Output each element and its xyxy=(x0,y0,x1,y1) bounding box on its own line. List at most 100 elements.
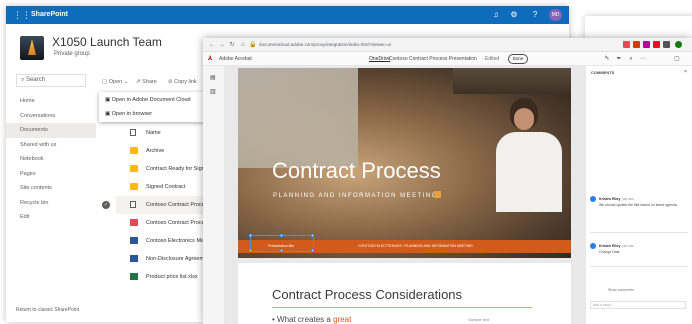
resize-handle[interactable] xyxy=(280,249,283,252)
slide-bullet[interactable]: • What creates a great xyxy=(272,315,351,324)
extension-icon[interactable] xyxy=(623,41,630,48)
divider xyxy=(590,266,688,267)
checkmark-icon[interactable]: ✓ xyxy=(102,201,110,209)
nav-item-conversations[interactable]: Conversations xyxy=(6,109,96,124)
document-title: Contoso Contract Process Presentation xyxy=(389,56,477,62)
list-item[interactable]: Signed Contract xyxy=(116,178,216,196)
sharepoint-topbar: ⋮⋮ SharePoint ♫ ⚙ ? MD xyxy=(6,6,569,24)
list-header: Name xyxy=(116,124,216,142)
bookmark-icon[interactable]: ▥ xyxy=(210,88,218,96)
slide-heading[interactable]: Contract Process Considerations xyxy=(272,287,462,303)
extension-icon[interactable] xyxy=(663,41,670,48)
done-button[interactable]: Done xyxy=(508,54,528,64)
folder-icon xyxy=(130,183,138,190)
folder-icon xyxy=(130,165,138,172)
more-icon[interactable]: ⋯ xyxy=(639,54,647,64)
file-name[interactable]: Archive xyxy=(146,142,164,160)
open-menu: ▣ Open in Adobe Document Cloud ▣ Open in… xyxy=(99,92,207,122)
comment-body: We should update the title based on late… xyxy=(599,203,678,207)
file-name[interactable]: Product price list.xlsx xyxy=(146,268,198,286)
nav-item-edit[interactable]: Edit xyxy=(6,210,96,225)
nav-item-pages[interactable]: Pages xyxy=(6,167,96,182)
reload-icon[interactable]: ↻ xyxy=(228,40,236,50)
nav-item-shared[interactable]: Shared with us xyxy=(6,138,96,153)
list-item[interactable]: Contoso Contract Process xyxy=(116,214,216,232)
slide-small-text: Sample text xyxy=(468,317,490,322)
file-name[interactable]: Contoso Contract Process xyxy=(146,196,210,214)
search-placeholder: Search xyxy=(26,77,46,83)
zoom-icon[interactable]: ⌕ xyxy=(627,54,635,64)
edited-status: Edited xyxy=(485,56,500,62)
avatar xyxy=(590,243,596,249)
comment-icon[interactable]: ▢ xyxy=(673,54,681,64)
slide-considerations[interactable]: Contract Process Considerations • What c… xyxy=(238,263,571,324)
slide-title[interactable]: Contract Process PLANNING AND INFORMATIO… xyxy=(238,68,571,258)
notifications-icon[interactable]: ♫ xyxy=(490,9,502,21)
slide-subheading[interactable]: PLANNING AND INFORMATION MEETING xyxy=(273,192,438,200)
resize-handle[interactable] xyxy=(280,234,283,237)
site-nav: Home Conversations Documents Shared with… xyxy=(6,94,96,225)
app-name: Adobe Acrobat xyxy=(219,56,252,62)
resize-handle[interactable] xyxy=(311,234,314,237)
open-in-adobe-item[interactable]: ▣ Open in Adobe Document Cloud xyxy=(105,94,191,106)
home-icon[interactable]: ⌂ xyxy=(239,40,247,50)
search-input[interactable]: ⌕ Search xyxy=(16,74,86,87)
slide-photo-person xyxy=(488,98,568,212)
file-name[interactable]: Signed Contract xyxy=(146,178,185,196)
command-bar: ▢ Open ⌄ ⇗ Share ⊘ Copy link xyxy=(96,76,216,88)
extension-icon[interactable] xyxy=(643,41,650,48)
nav-item-notebook[interactable]: Notebook xyxy=(6,152,96,167)
copy-link-button[interactable]: ⊘ Copy link xyxy=(168,76,197,88)
resize-handle[interactable] xyxy=(249,234,252,237)
edit-icon[interactable]: ✎ xyxy=(603,54,611,64)
comment-time: just now xyxy=(622,197,634,201)
acrobat-window: ← → ↻ ⌂ 🔒 documentcloud.adobe.com/proxy/… xyxy=(203,38,692,324)
sharepoint-brand[interactable]: SharePoint xyxy=(31,9,68,21)
onedrive-link[interactable]: OneDrive xyxy=(369,55,390,63)
extension-icon[interactable] xyxy=(633,41,640,48)
list-item[interactable]: Contoso Electronics Marketing xyxy=(116,232,221,250)
show-comments-link[interactable]: Show comments xyxy=(608,288,634,293)
share-button[interactable]: ⇗ Share xyxy=(136,76,157,88)
list-item[interactable]: Contract Ready for Signing xyxy=(116,160,216,178)
selection-box[interactable] xyxy=(249,234,314,252)
footer-right-text: CONTOSO ELECTRONICS • PLANNING AND INFOR… xyxy=(358,244,473,248)
list-item[interactable]: Product price list.xlsx xyxy=(116,268,216,286)
site-title[interactable]: X1050 Launch Team xyxy=(52,35,162,49)
column-header-name[interactable]: Name xyxy=(146,124,161,142)
back-icon[interactable]: ← xyxy=(208,40,216,50)
forward-icon[interactable]: → xyxy=(218,40,226,50)
avatar[interactable]: MD xyxy=(549,9,562,21)
file-type-icon xyxy=(130,129,136,136)
adobe-icon: ▣ xyxy=(105,97,112,103)
address-bar[interactable]: documentcloud.adobe.com/proxy/integratio… xyxy=(259,40,439,50)
open-button[interactable]: ▢ Open ⌄ xyxy=(102,76,128,88)
nav-item-documents[interactable]: Documents xyxy=(6,123,96,138)
file-name[interactable]: Non-Disclosure Agreement xyxy=(146,250,212,268)
list-item[interactable]: Non-Disclosure Agreement xyxy=(116,250,216,268)
comments-header: COMMENTS xyxy=(591,70,615,75)
open-in-browser-item[interactable]: ▣ Open in browser xyxy=(105,108,152,120)
help-icon[interactable]: ? xyxy=(529,9,541,21)
nav-item-recycle-bin[interactable]: Recycle bin xyxy=(6,196,96,211)
close-icon[interactable]: × xyxy=(684,69,687,75)
slide-heading[interactable]: Contract Process xyxy=(272,158,441,184)
settings-icon[interactable]: ⚙ xyxy=(508,9,520,21)
nav-item-site-contents[interactable]: Site contents xyxy=(6,181,96,196)
sign-icon[interactable]: ✒ xyxy=(615,54,623,64)
sticky-note-icon[interactable] xyxy=(434,191,441,198)
folder-icon xyxy=(130,147,138,154)
app-launcher-icon[interactable]: ⋮⋮ xyxy=(13,10,31,20)
return-classic-link[interactable]: Return to classic SharePoint xyxy=(16,307,79,313)
reply-input[interactable]: Add a reply... xyxy=(590,301,686,309)
resize-handle[interactable] xyxy=(249,249,252,252)
file-name[interactable]: Contoso Contract Process xyxy=(146,214,210,232)
list-item[interactable]: Archive xyxy=(116,142,216,160)
extension-icon[interactable] xyxy=(653,41,660,48)
profile-icon[interactable] xyxy=(675,41,682,48)
nav-item-home[interactable]: Home xyxy=(6,94,96,109)
resize-handle[interactable] xyxy=(311,249,314,252)
avatar xyxy=(590,196,596,202)
list-item-selected[interactable]: ✓ Contoso Contract Process xyxy=(102,196,216,214)
pages-icon[interactable]: ▤ xyxy=(210,74,218,82)
